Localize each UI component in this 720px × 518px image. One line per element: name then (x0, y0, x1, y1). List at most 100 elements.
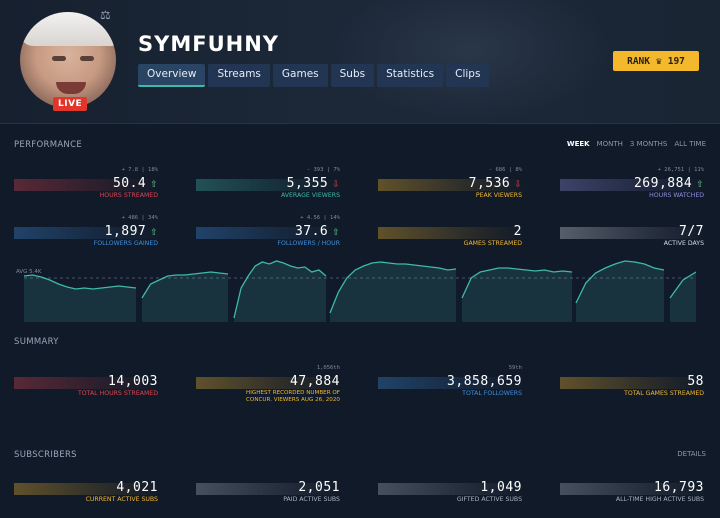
metric-change: - 686 | 8% (488, 167, 522, 173)
performance-card: - 686 | 8% 7,536 ⇩ PEAK VIEWERS (378, 167, 524, 199)
metric-value: 3,858,659 (447, 374, 522, 389)
metric-label: FOLLOWERS GAINED (93, 240, 158, 247)
live-badge: LIVE (53, 97, 88, 111)
metric-label: HOURS STREAMED (99, 192, 158, 199)
arrow-up-icon: ⇧ (696, 176, 704, 190)
metric-value: 2 (514, 224, 522, 239)
subscriber-card: 4,021 CURRENT ACTIVE SUBS (14, 475, 160, 503)
metric-value: 16,793 (654, 480, 704, 495)
metric-value-text: 7/7 (679, 224, 704, 239)
metric-value-text: 2 (513, 224, 522, 239)
filter-all-time[interactable]: ALL TIME (674, 140, 706, 148)
performance-card: + 486 | 34% 1,897 ⇧ FOLLOWERS GAINED (14, 215, 160, 247)
metric-label: AVERAGE VIEWERS (280, 192, 340, 199)
metric-change: - 393 | 7% (306, 167, 340, 173)
tab-subs[interactable]: Subs (330, 64, 375, 87)
metric-label: CURRENT ACTIVE SUBS (85, 496, 158, 503)
performance-card: - 393 | 7% 5,355 ⇩ AVERAGE VIEWERS (196, 167, 342, 199)
metric-change: + 486 | 34% (121, 215, 158, 221)
summary-card: 14,003 TOTAL HOURS STREAMED (14, 369, 160, 397)
rank-value: 197 (667, 55, 685, 67)
arrow-down-icon: ⇩ (514, 176, 522, 190)
subscriber-card: 1,049 GIFTED ACTIVE SUBS (378, 475, 524, 503)
metric-label: TOTAL FOLLOWERS (462, 390, 522, 397)
metric-value-text: 7,536 (468, 176, 511, 191)
metric-value-text: 14,003 (108, 374, 158, 389)
tab-streams[interactable]: Streams (208, 64, 270, 87)
filter-week[interactable]: WEEK (567, 140, 590, 148)
metric-value-text: 1,897 (104, 224, 147, 239)
metric-label: GAMES STREAMED (463, 240, 522, 247)
performance-card: + 4.56 | 14% 37.6 ⇧ FOLLOWERS / HOUR (196, 215, 342, 247)
chart-area-fill (576, 261, 664, 322)
channel-header: LIVE ⚖ SYMFUHNY Overview Streams Games S… (0, 0, 720, 124)
avatar[interactable] (20, 12, 116, 108)
metric-value-text: 269,884 (633, 176, 693, 191)
metric-value: 7,536 ⇩ (469, 176, 522, 191)
performance-card: 2 GAMES STREAMED (378, 219, 524, 247)
summary-card: 59th 3,858,659 TOTAL FOLLOWERS (378, 365, 524, 397)
viewers-chart (24, 260, 696, 322)
details-link[interactable]: DETAILS (677, 450, 706, 458)
metric-label: PAID ACTIVE SUBS (283, 496, 340, 503)
chart-area-fill (142, 272, 228, 322)
metric-value: 2,051 (298, 480, 340, 495)
metric-value: 47,884 (290, 374, 340, 389)
filter-month[interactable]: MONTH (597, 140, 623, 148)
metric-label: ALL-TIME HIGH ACTIVE SUBS (615, 496, 704, 503)
metric-value-text: 3,858,659 (447, 374, 522, 389)
metric-label: ACTIVE DAYS (663, 240, 704, 247)
performance-card: 7/7 ACTIVE DAYS (560, 219, 706, 247)
channel-name: SYMFUHNY (138, 32, 279, 56)
crown-icon: ♛ (655, 55, 662, 67)
summary-title: SUMMARY (14, 337, 59, 347)
metric-change: + 26,751 | 11% (657, 167, 704, 173)
tab-statistics[interactable]: Statistics (377, 64, 444, 87)
arrow-up-icon: ⇧ (150, 224, 158, 238)
subscriber-card: 2,051 PAID ACTIVE SUBS (196, 475, 342, 503)
metric-value-text: 47,884 (290, 374, 340, 389)
chart-area-fill (330, 262, 456, 322)
performance-card: + 26,751 | 11% 269,884 ⇧ HOURS WATCHED (560, 167, 706, 199)
avatar-eye (80, 56, 94, 61)
metric-label: PEAK VIEWERS (475, 192, 522, 199)
tab-games[interactable]: Games (272, 64, 328, 87)
metric-value: 4,021 (116, 480, 158, 495)
subscribers-title: SUBSCRIBERS (14, 450, 77, 460)
metric-value: 14,003 (108, 374, 158, 389)
metric-value: 37.6 ⇧ (295, 224, 340, 239)
metric-label: HOURS WATCHED (649, 192, 704, 199)
metric-value-text: 5,355 (286, 176, 329, 191)
subscriber-card: 16,793 ALL-TIME HIGH ACTIVE SUBS (560, 475, 706, 503)
metric-value-text: 16,793 (654, 480, 704, 495)
metric-value: 7/7 (679, 224, 704, 239)
metric-value-text: 4,021 (116, 480, 158, 495)
metric-label: GIFTED ACTIVE SUBS (456, 496, 522, 503)
metric-value: 269,884 ⇧ (634, 176, 704, 191)
metric-value-text: 1,049 (480, 480, 522, 495)
tab-overview[interactable]: Overview (138, 64, 206, 87)
metric-value: 50.4 ⇧ (113, 176, 158, 191)
tab-clips[interactable]: Clips (446, 64, 490, 87)
summary-card: 1,056th 47,884 HIGHEST RECORDED NUMBER OF … (196, 365, 342, 403)
metric-change: 1,056th (316, 365, 340, 371)
chart-area-fill (234, 261, 326, 322)
metric-value: 1,897 ⇧ (105, 224, 158, 239)
rank-badge[interactable]: RANK ♛ 197 (613, 51, 699, 71)
metric-label: TOTAL GAMES STREAMED (624, 390, 704, 397)
metric-label: TOTAL HOURS STREAMED (77, 390, 158, 397)
avatar-mouth (56, 82, 86, 94)
filter-3-months[interactable]: 3 MONTHS (630, 140, 667, 148)
metric-value-text: 37.6 (294, 224, 329, 239)
time-filters: WEEK MONTH 3 MONTHS ALL TIME (567, 140, 706, 148)
chart-area-fill (24, 275, 136, 322)
rank-label: RANK (627, 55, 650, 67)
avatar-eye (52, 56, 66, 61)
metric-change: + 4.56 | 14% (300, 215, 340, 221)
metric-label: HIGHEST RECORDED NUMBER OF CONCUR. VIEWE… (246, 390, 340, 403)
arrow-down-icon: ⇩ (332, 176, 340, 190)
scale-icon[interactable]: ⚖ (100, 8, 111, 22)
arrow-up-icon: ⇧ (332, 224, 340, 238)
metric-value: 58 (687, 374, 704, 389)
chart-area-fill (462, 268, 572, 322)
